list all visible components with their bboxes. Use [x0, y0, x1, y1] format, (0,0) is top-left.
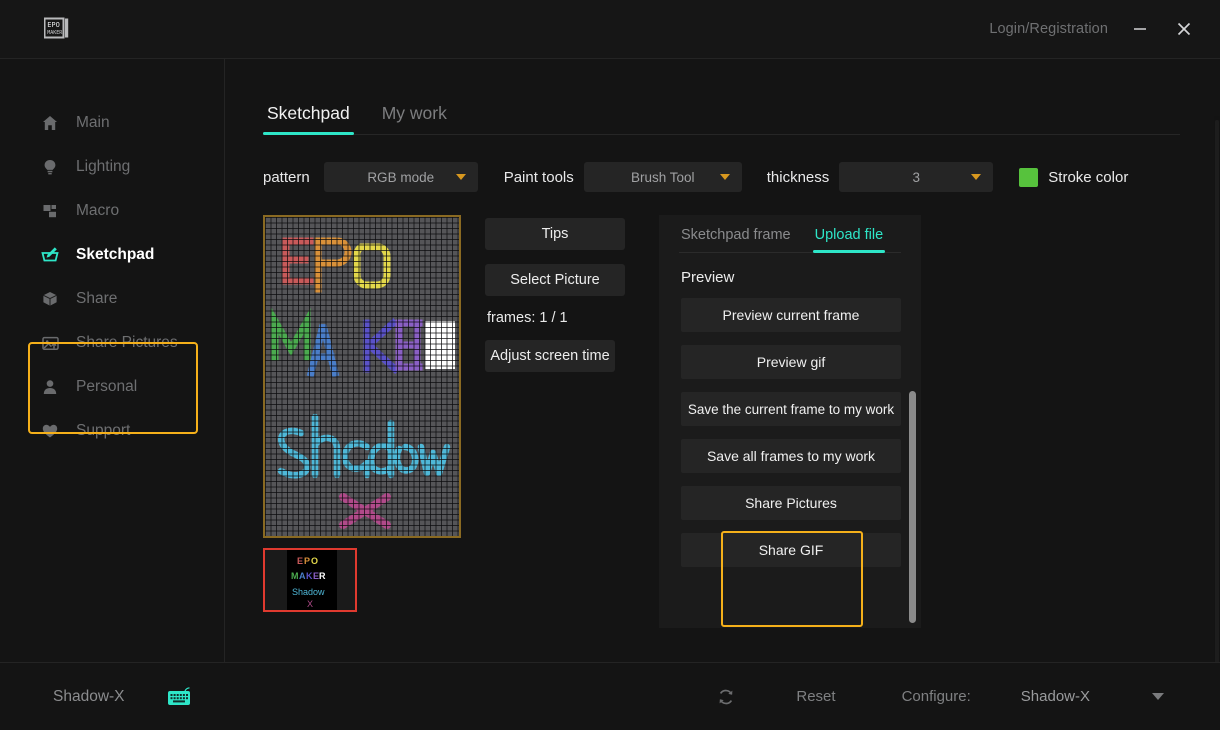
macro-squares-icon	[40, 201, 60, 221]
configure-value[interactable]: Shadow-X	[1021, 688, 1090, 705]
tab-sketchpad-frame[interactable]: Sketchpad frame	[679, 227, 793, 252]
app-body: Main Lighting Macro Sketchpad Share Shar…	[0, 58, 1220, 720]
paint-tools-select[interactable]: Brush Tool	[583, 162, 742, 192]
upload-panel-tabs: Sketchpad frame Upload file	[679, 227, 901, 253]
tips-button[interactable]: Tips	[485, 218, 625, 250]
sidebar-item-personal[interactable]: Personal	[0, 365, 224, 409]
svg-text:EPO: EPO	[47, 21, 60, 29]
close-icon[interactable]	[1162, 9, 1206, 49]
stroke-color-label: Stroke color	[1048, 168, 1129, 186]
upload-panel-scrollbar[interactable]	[909, 391, 916, 623]
page-scrollbar-thumb[interactable]	[1215, 120, 1219, 720]
chevron-down-icon[interactable]	[1152, 693, 1164, 700]
tab-sketchpad[interactable]: Sketchpad	[263, 103, 354, 135]
svg-text:MAKER: MAKER	[47, 30, 63, 36]
main-content: Sketchpad My work pattern RGB mode Paint…	[225, 58, 1220, 662]
sidebar-item-support[interactable]: Support	[0, 409, 224, 453]
svg-text:K: K	[306, 571, 313, 581]
share-pictures-button[interactable]: Share Pictures	[681, 486, 901, 520]
app-window: EPO MAKER Login/Registration Main Lighti…	[0, 0, 1220, 730]
sidebar-item-main[interactable]: Main	[0, 101, 224, 145]
configure-label: Configure:	[901, 688, 971, 705]
device-name: Shadow-X	[53, 687, 125, 705]
heart-icon	[40, 421, 60, 441]
pattern-select-value: RGB mode	[367, 169, 435, 185]
pattern-label: pattern	[263, 168, 310, 186]
canvas-column: E P O M A K E R Shadow X	[263, 215, 467, 612]
sketchpad-content: E P O M A K E R Shadow X Tips Select Pic…	[263, 215, 1220, 628]
svg-text:M: M	[291, 571, 299, 581]
stroke-color-control: Stroke color	[1019, 167, 1129, 187]
sidebar-item-label: Personal	[76, 378, 138, 395]
login-registration-link[interactable]: Login/Registration	[979, 15, 1118, 43]
svg-text:O: O	[311, 556, 318, 566]
epomaker-logo-icon: EPO MAKER	[44, 17, 72, 41]
sidebar-item-label: Share Pictures	[76, 334, 178, 351]
sidebar-item-label: Macro	[76, 202, 120, 219]
title-bar-actions: Login/Registration	[979, 9, 1220, 49]
sidebar-item-label: Support	[76, 422, 131, 439]
bulb-icon	[40, 157, 60, 177]
frames-counter: frames: 1 / 1	[487, 310, 568, 326]
canvas-pixel-art	[265, 217, 459, 536]
svg-text:E: E	[297, 556, 303, 566]
svg-text:Shadow: Shadow	[292, 587, 325, 597]
sketchpad-canvas[interactable]	[263, 215, 461, 538]
pattern-select[interactable]: RGB mode	[323, 162, 478, 192]
save-all-frames-button[interactable]: Save all frames to my work	[681, 439, 901, 473]
keyboard-icon[interactable]	[167, 686, 193, 707]
save-current-frame-button[interactable]: Save the current frame to my work	[681, 392, 901, 426]
status-bar-actions: Reset Configure: Shadow-X	[716, 687, 1220, 707]
preview-section-title: Preview	[681, 269, 735, 286]
home-icon	[40, 113, 60, 133]
sidebar-item-lighting[interactable]: Lighting	[0, 145, 224, 189]
page-scrollbar[interactable]	[1214, 116, 1220, 720]
status-bar: Shadow-X Reset Configure: Shadow-X	[0, 662, 1220, 730]
person-icon	[40, 377, 60, 397]
main-tabs: Sketchpad My work	[263, 103, 1180, 135]
upload-panel: Sketchpad frame Upload file Preview Prev…	[659, 215, 921, 628]
title-bar: EPO MAKER Login/Registration	[0, 0, 1220, 58]
svg-text:R: R	[319, 571, 326, 581]
frame-controls-column: Tips Select Picture frames: 1 / 1 Adjust…	[485, 215, 625, 386]
thickness-select[interactable]: 3	[839, 162, 994, 192]
tab-my-work[interactable]: My work	[378, 103, 451, 134]
image-upload-icon	[40, 333, 60, 353]
thickness-label: thickness	[766, 168, 830, 186]
adjust-screen-time-button[interactable]: Adjust screen time	[485, 340, 615, 372]
sidebar-item-share-pictures[interactable]: Share Pictures	[0, 321, 224, 365]
chevron-down-icon	[971, 174, 982, 180]
preview-current-frame-button[interactable]: Preview current frame	[681, 298, 901, 332]
sidebar-item-label: Sketchpad	[76, 246, 155, 263]
sidebar-item-share[interactable]: Share	[0, 277, 224, 321]
frame-thumbnail[interactable]: E P O M A K E R Shadow X	[263, 548, 357, 612]
sidebar-item-label: Share	[76, 290, 118, 307]
refresh-icon[interactable]	[716, 687, 736, 707]
sidebar-item-macro[interactable]: Macro	[0, 189, 224, 233]
sketchpad-icon	[40, 245, 60, 265]
drawing-toolbar: pattern RGB mode Paint tools Brush Tool …	[263, 161, 1220, 193]
sidebar-item-sketchpad[interactable]: Sketchpad	[0, 233, 224, 277]
svg-text:A: A	[299, 571, 306, 581]
thickness-select-value: 3	[912, 169, 921, 185]
svg-text:P: P	[304, 556, 310, 566]
sidebar-item-label: Main	[76, 114, 110, 131]
sidebar: Main Lighting Macro Sketchpad Share Shar…	[0, 58, 225, 662]
chevron-down-icon	[455, 174, 466, 180]
paint-tools-select-value: Brush Tool	[630, 169, 695, 185]
box-icon	[40, 289, 60, 309]
reset-button[interactable]: Reset	[796, 688, 835, 705]
svg-text:X: X	[307, 599, 313, 609]
share-gif-button[interactable]: Share GIF	[681, 533, 901, 567]
frame-thumbnails: E P O M A K E R Shadow X	[263, 548, 467, 612]
sidebar-item-label: Lighting	[76, 158, 131, 175]
chevron-down-icon	[719, 174, 730, 180]
preview-gif-button[interactable]: Preview gif	[681, 345, 901, 379]
frame-thumbnail-image: E P O M A K E R Shadow X	[287, 550, 337, 610]
tab-upload-file[interactable]: Upload file	[812, 227, 886, 253]
paint-tools-label: Paint tools	[503, 168, 574, 186]
stroke-color-swatch[interactable]	[1019, 167, 1039, 187]
minimize-icon[interactable]	[1118, 9, 1162, 49]
select-picture-button[interactable]: Select Picture	[485, 264, 625, 296]
